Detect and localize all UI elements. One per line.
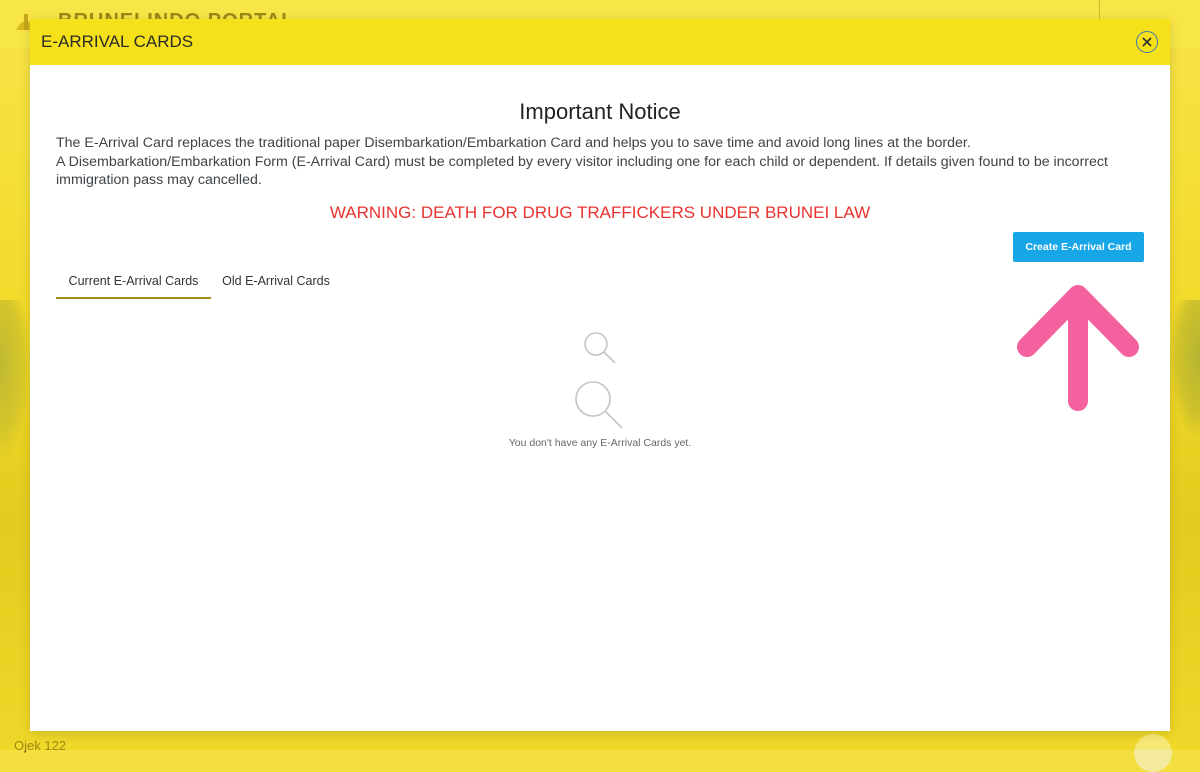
notice-title: Important Notice [519, 99, 681, 124]
modal-header: E-ARRIVAL CARDS [30, 19, 1170, 65]
tab-old-e-arrival-cards[interactable]: Old E-Arrival Cards [216, 265, 336, 299]
drug-law-warning: WARNING: DEATH FOR DRUG TRAFFICKERS UNDE… [329, 203, 871, 222]
e-arrival-cards-modal: E-ARRIVAL CARDS Important Notice The E-A… [30, 19, 1170, 731]
search-icon [584, 332, 616, 364]
card-tabs: Current E-Arrival Cards Old E-Arrival Ca… [56, 265, 376, 299]
arrow-up-icon [1017, 285, 1139, 411]
create-e-arrival-card-button[interactable]: Create E-Arrival Card [1013, 232, 1144, 262]
notice-paragraph-1: The E-Arrival Card replaces the traditio… [56, 135, 971, 151]
empty-state-message: You don't have any E-Arrival Cards yet. [508, 437, 692, 449]
notice-body: The E-Arrival Card replaces the traditio… [56, 134, 1146, 190]
notice-paragraph-2: A Disembarkation/Embarkation Form (E-Arr… [56, 153, 1108, 189]
close-icon [1142, 37, 1152, 47]
search-icon [575, 381, 623, 429]
close-button[interactable] [1136, 31, 1158, 53]
modal-title: E-ARRIVAL CARDS [41, 32, 194, 51]
tab-current-e-arrival-cards[interactable]: Current E-Arrival Cards [56, 265, 211, 299]
